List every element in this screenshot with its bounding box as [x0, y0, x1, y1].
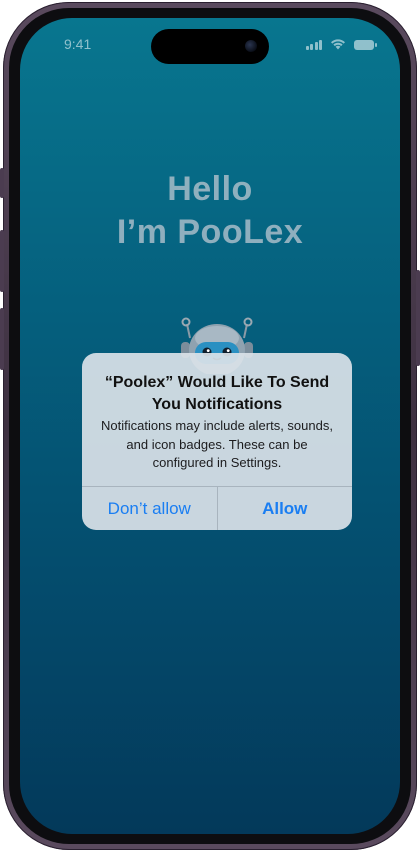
wifi-icon	[331, 39, 345, 50]
alert-title: “Poolex” Would Like To Send You Notifica…	[104, 374, 330, 413]
home-indicator	[145, 819, 275, 824]
allow-button[interactable]: Allow	[218, 487, 353, 530]
status-icons	[305, 38, 377, 50]
notification-permission-alert: “Poolex” Would Like To Send You Notifica…	[82, 353, 352, 530]
greeting-line-2: I’m PooLex	[116, 213, 304, 251]
dynamic-island	[151, 29, 269, 64]
battery-icon	[354, 40, 377, 50]
front-camera-icon	[245, 40, 257, 52]
volume-up-button	[0, 230, 4, 292]
power-button	[416, 270, 420, 366]
phone-screen: 9:41 Hello I’m PooLex “Poolex” Would Lik…	[20, 18, 400, 834]
greeting-line-1: Hello	[167, 170, 253, 208]
dont-allow-button[interactable]: Don’t allow	[82, 487, 218, 530]
cellular-signal-icon	[305, 39, 322, 50]
status-time: 9:41	[64, 36, 92, 52]
greeting-title: Hello I’m PooLex	[20, 168, 400, 254]
volume-down-button	[0, 308, 4, 370]
alert-button-row: Don’t allow Allow	[82, 486, 352, 530]
action-button	[0, 168, 4, 198]
alert-message: Notifications may include alerts, sounds…	[101, 418, 333, 470]
